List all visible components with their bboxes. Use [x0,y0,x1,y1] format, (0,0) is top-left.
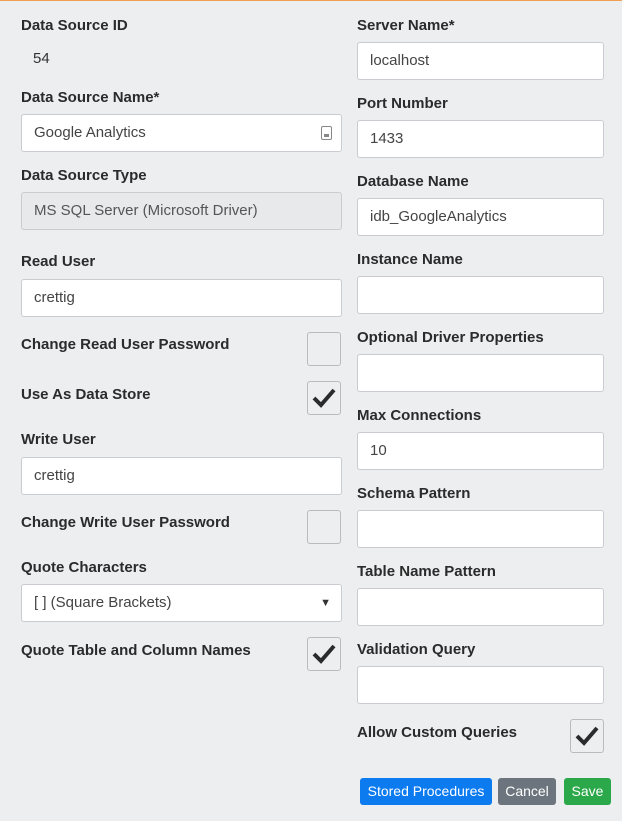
write-user-label: Write User [21,431,96,448]
quote-characters-select[interactable]: [ ] (Square Brackets) ▼ [21,584,342,622]
instance-name-label: Instance Name [357,251,463,268]
validation-query-input[interactable] [357,666,604,704]
table-name-pattern-input[interactable] [357,588,604,626]
read-user-input[interactable]: crettig [21,279,342,317]
data-source-id-value: 54 [33,50,50,67]
caret-down-icon: ▼ [320,597,331,609]
schema-pattern-input[interactable] [357,510,604,548]
quote-names-checkbox[interactable] [307,637,341,671]
write-user-value: crettig [34,467,75,484]
checkmark-icon [575,726,599,746]
change-read-password-checkbox[interactable] [307,332,341,366]
max-connections-value: 10 [370,442,387,459]
cancel-button[interactable]: Cancel [498,778,556,805]
table-name-pattern-label: Table Name Pattern [357,563,496,580]
save-button[interactable]: Save [564,778,611,805]
data-source-id-label: Data Source ID [21,17,128,34]
quote-names-label: Quote Table and Column Names [21,642,251,659]
database-name-input[interactable]: idb_GoogleAnalytics [357,198,604,236]
port-number-value: 1433 [370,130,404,147]
max-connections-input[interactable]: 10 [357,432,604,470]
change-read-password-label: Change Read User Password [21,336,230,353]
quote-characters-label: Quote Characters [21,559,147,576]
checkmark-icon [312,644,336,664]
data-source-type-value: MS SQL Server (Microsoft Driver) [34,202,258,219]
server-name-value: localhost [370,52,430,69]
change-write-password-label: Change Write User Password [21,514,230,531]
database-name-label: Database Name [357,173,469,190]
port-number-label: Port Number [357,95,448,112]
data-source-name-label: Data Source Name* [21,89,160,106]
change-write-password-checkbox[interactable] [307,510,341,544]
server-name-input[interactable]: localhost [357,42,604,80]
data-source-name-value: Google Analytics [34,124,146,141]
write-user-input[interactable]: crettig [21,457,342,495]
stored-procedures-button[interactable]: Stored Procedures [360,778,492,805]
server-name-label: Server Name* [357,17,455,34]
allow-custom-queries-label: Allow Custom Queries [357,724,518,741]
validation-query-label: Validation Query [357,641,476,658]
driver-properties-input[interactable] [357,354,604,392]
read-user-value: crettig [34,289,75,306]
use-as-data-store-checkbox[interactable] [307,381,341,415]
schema-pattern-label: Schema Pattern [357,485,471,502]
instance-name-input[interactable] [357,276,604,314]
data-source-name-input[interactable]: Google Analytics [21,114,342,152]
driver-properties-label: Optional Driver Properties [357,329,544,346]
data-source-type-field: MS SQL Server (Microsoft Driver) [21,192,342,230]
database-name-value: idb_GoogleAnalytics [370,208,507,225]
port-number-input[interactable]: 1433 [357,120,604,158]
allow-custom-queries-checkbox[interactable] [570,719,604,753]
use-as-data-store-label: Use As Data Store [21,386,151,403]
read-user-label: Read User [21,253,96,270]
quote-characters-value: [ ] (Square Brackets) [34,594,172,611]
contact-card-icon[interactable] [321,126,332,140]
data-source-type-label: Data Source Type [21,167,147,184]
checkmark-icon [312,388,336,408]
max-connections-label: Max Connections [357,407,482,424]
